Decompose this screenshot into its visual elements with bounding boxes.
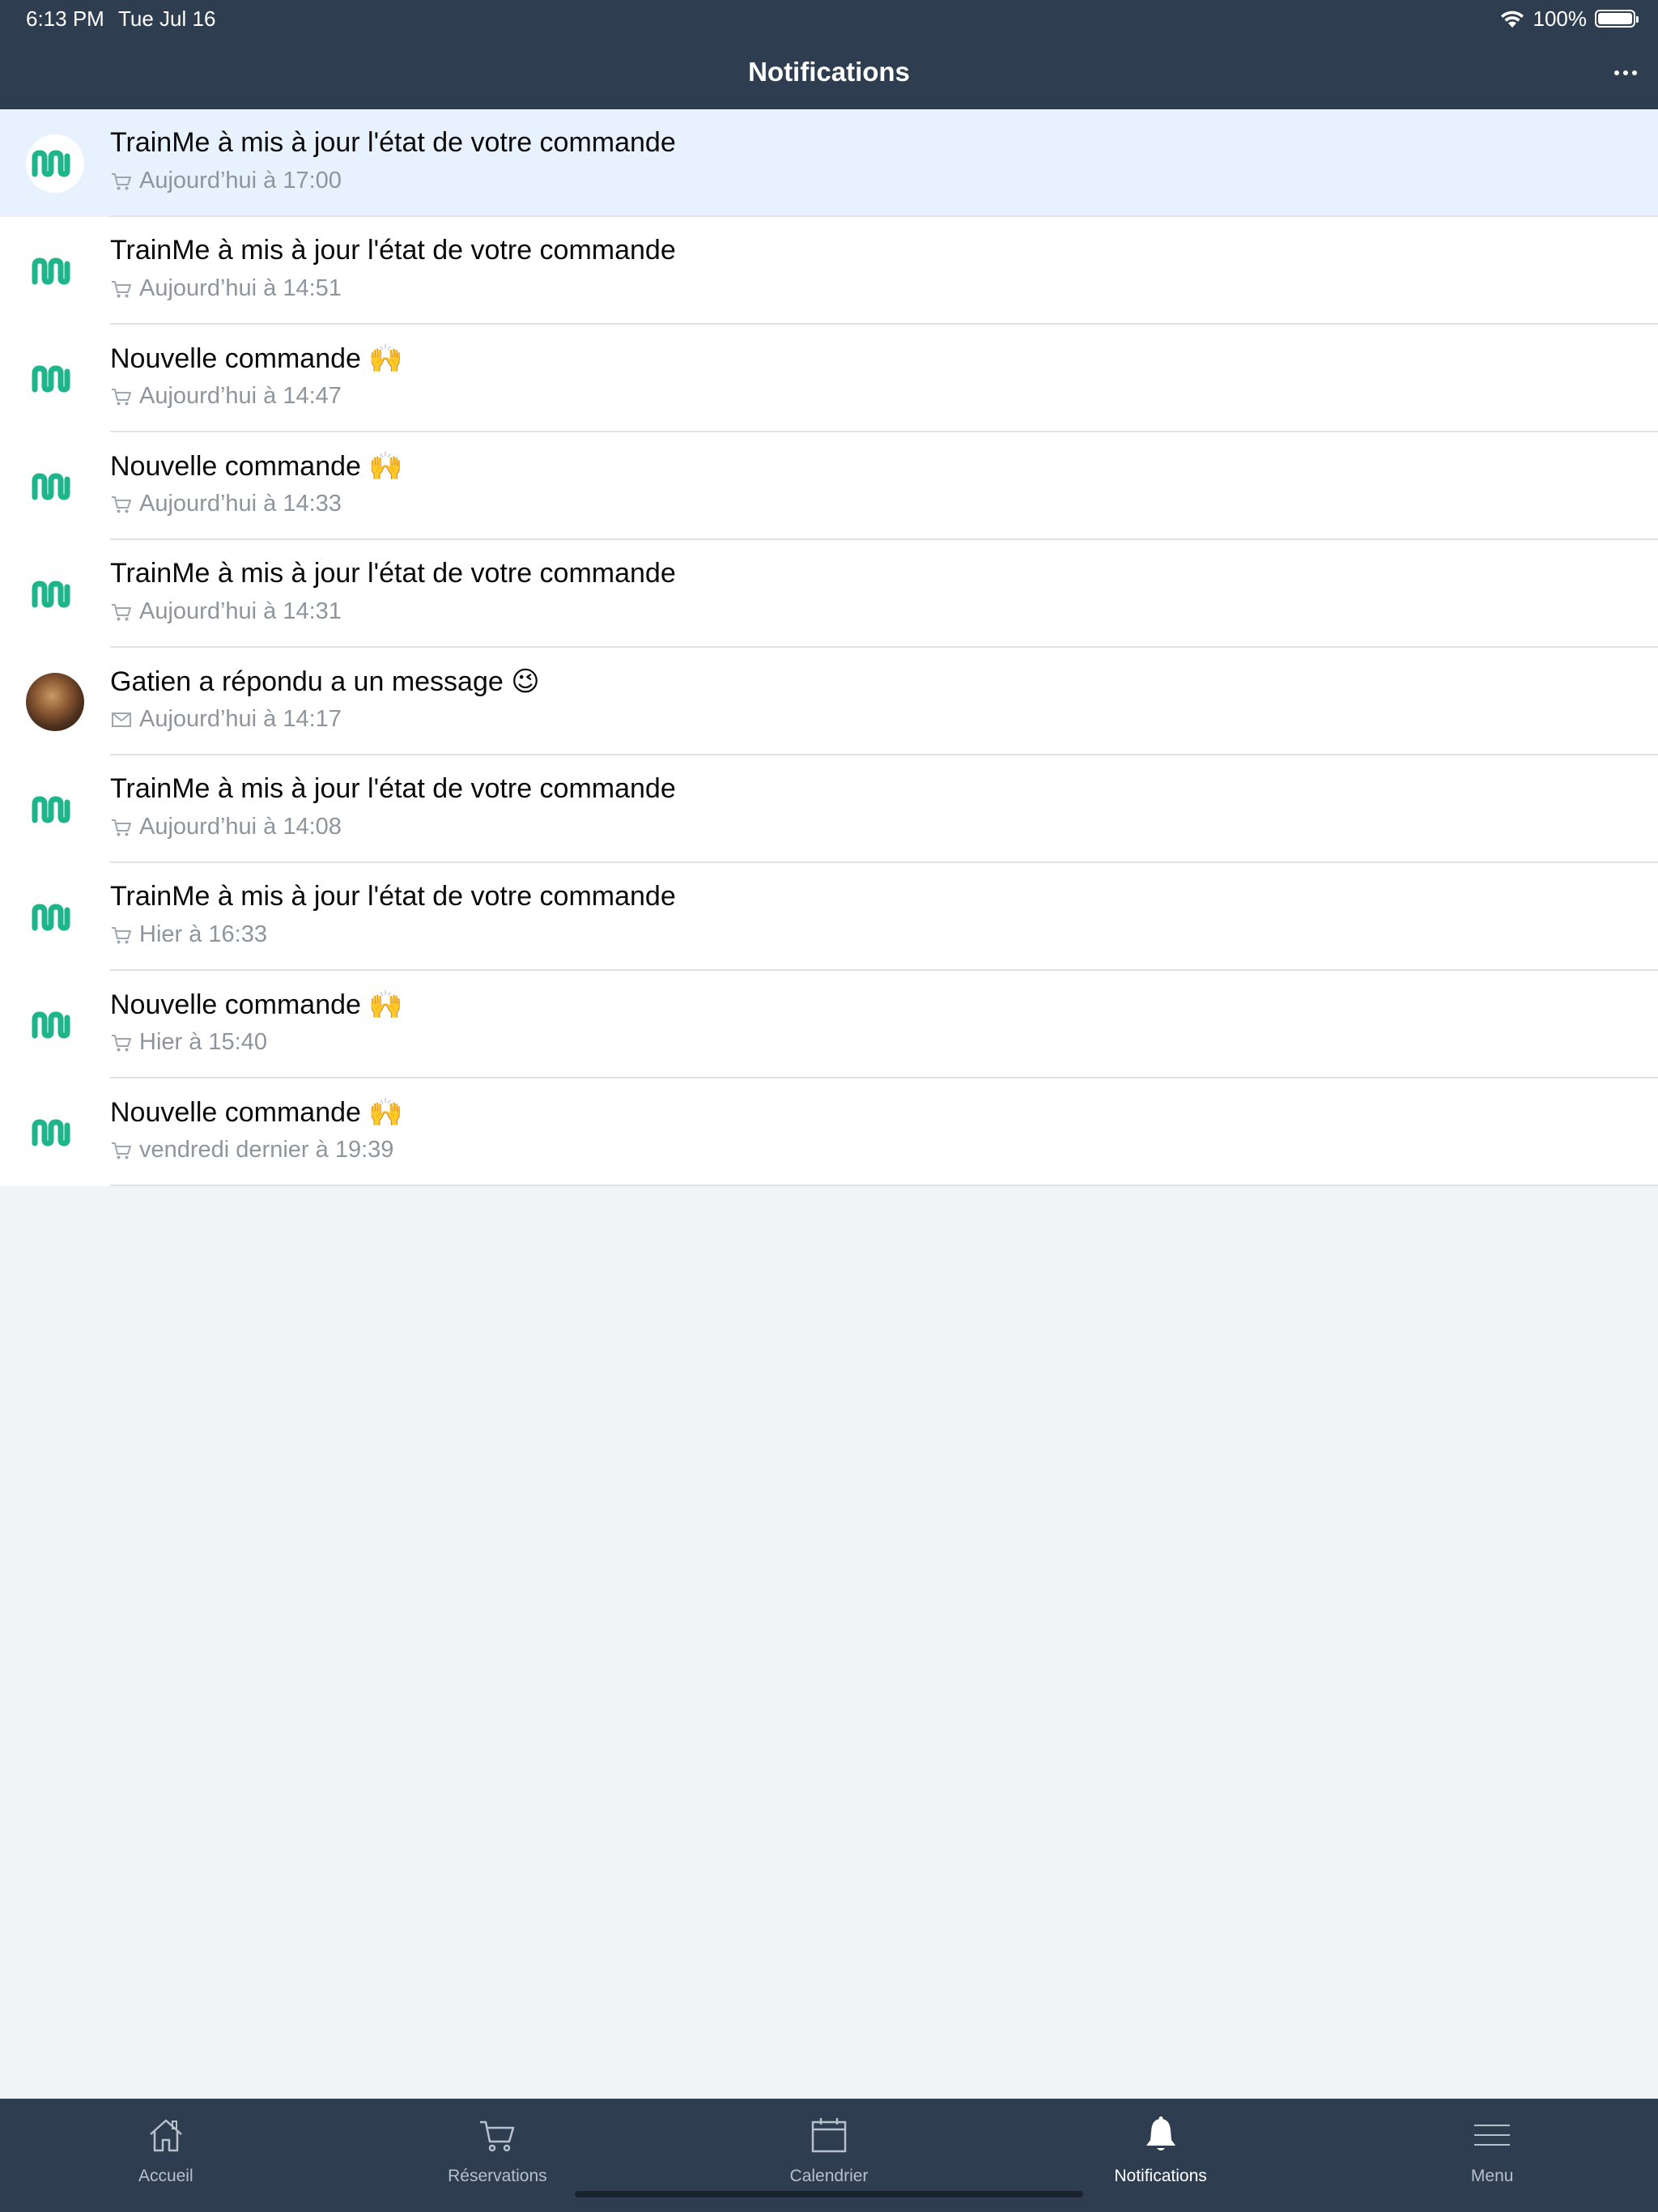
more-options-button[interactable] (1609, 62, 1642, 84)
tab-label: Réservations (448, 2167, 547, 2185)
tab-label: Calendrier (789, 2167, 869, 2185)
notification-meta: Aujourd’hui à 14:51 (110, 275, 342, 302)
battery-percentage: 100% (1533, 6, 1588, 31)
notification-time: Aujourd’hui à 14:31 (139, 598, 342, 624)
notification-title: Gatien a répondu a un message 😉 (110, 666, 540, 697)
user-avatar-photo (26, 673, 84, 731)
notification-item[interactable]: TrainMe à mis à jour l'état de votre com… (0, 109, 1658, 217)
notification-time: Aujourd’hui à 14:17 (139, 706, 342, 732)
trainme-logo-icon (26, 996, 84, 1054)
notification-meta: Hier à 16:33 (110, 921, 267, 948)
trainme-logo-icon (26, 457, 84, 516)
notification-time: Aujourd’hui à 14:47 (139, 383, 342, 409)
notification-meta: Aujourd’hui à 14:33 (110, 491, 342, 517)
cart-icon (112, 819, 131, 836)
cart-icon (480, 2121, 515, 2152)
trainme-logo-icon (26, 242, 84, 300)
notification-time: Aujourd’hui à 14:08 (139, 814, 342, 840)
notification-title: Nouvelle commande 🙌 (110, 451, 403, 482)
trainme-logo-icon (32, 365, 70, 393)
notification-meta: Aujourd’hui à 14:31 (110, 598, 342, 625)
trainme-logo-icon (32, 150, 70, 177)
navigation-header: 6:13 PM Tue Jul 16 100% Notifications (0, 0, 1658, 109)
cart-icon (112, 388, 131, 405)
notification-title: TrainMe à mis à jour l'état de votre com… (110, 127, 676, 158)
hamburger-icon (1474, 2125, 1511, 2146)
notification-time: vendredi dernier à 19:39 (139, 1137, 394, 1163)
notification-title: Nouvelle commande 🙌 (110, 343, 403, 374)
cart-icon (112, 496, 131, 513)
notification-time: Aujourd’hui à 17:00 (139, 168, 342, 194)
trainme-logo-icon (32, 581, 70, 608)
notification-time: Aujourd’hui à 14:51 (139, 275, 342, 301)
notification-item[interactable]: Nouvelle commande 🙌 Aujourd’hui à 14:33 (0, 432, 1658, 540)
trainme-logo-icon (26, 781, 84, 839)
tab-label: Notifications (1114, 2167, 1207, 2185)
notification-title: TrainMe à mis à jour l'état de votre com… (110, 773, 676, 804)
battery-icon (1595, 10, 1639, 28)
notification-time: Aujourd’hui à 14:33 (139, 491, 342, 517)
ellipsis-icon (1614, 70, 1619, 75)
notification-meta: Aujourd’hui à 14:08 (110, 814, 342, 840)
notification-list: TrainMe à mis à jour l'état de votre com… (0, 109, 1658, 1186)
notification-time: Hier à 16:33 (139, 921, 267, 947)
notification-meta: Aujourd’hui à 17:00 (110, 168, 342, 194)
status-indicators: 100% (1499, 6, 1639, 31)
tab-accueil[interactable]: Accueil (0, 2099, 332, 2212)
trainme-logo-icon (26, 1104, 84, 1162)
notification-meta: Aujourd’hui à 14:17 (110, 706, 342, 733)
wifi-icon (1500, 11, 1524, 28)
notification-meta: Hier à 15:40 (110, 1029, 267, 1056)
trainme-logo-icon (32, 473, 70, 500)
cart-icon (112, 280, 131, 297)
trainme-logo-icon (26, 350, 84, 408)
cart-icon (112, 603, 131, 620)
tab-menu[interactable]: Menu (1326, 2099, 1658, 2212)
notification-item[interactable]: TrainMe à mis à jour l'état de votre com… (0, 217, 1658, 325)
notification-item[interactable]: TrainMe à mis à jour l'état de votre com… (0, 540, 1658, 648)
cart-icon (112, 172, 131, 189)
trainme-logo-icon (32, 796, 70, 823)
notification-item[interactable]: TrainMe à mis à jour l'état de votre com… (0, 755, 1658, 863)
notification-meta: vendredi dernier à 19:39 (110, 1137, 393, 1163)
cart-icon (112, 1142, 131, 1159)
trainme-logo-icon (32, 904, 70, 931)
trainme-logo-icon (26, 888, 84, 946)
page-title: Notifications (748, 57, 910, 87)
notification-item[interactable]: Nouvelle commande 🙌 Hier à 15:40 (0, 971, 1658, 1078)
notification-item[interactable]: Gatien a répondu a un message 😉 Aujourd’… (0, 648, 1658, 755)
notification-item[interactable]: Nouvelle commande 🙌 vendredi dernier à 1… (0, 1078, 1658, 1186)
notification-title: TrainMe à mis à jour l'état de votre com… (110, 558, 676, 589)
trainme-logo-icon (32, 257, 70, 285)
notification-item[interactable]: Nouvelle commande 🙌 Aujourd’hui à 14:47 (0, 325, 1658, 432)
notification-time: Hier à 15:40 (139, 1029, 267, 1055)
status-time: 6:13 PM (26, 6, 104, 31)
home-indicator (575, 2191, 1083, 2197)
status-date: Tue Jul 16 (118, 6, 216, 31)
trainme-logo-icon (26, 565, 84, 623)
trainme-logo-icon (32, 1011, 70, 1039)
notification-title: TrainMe à mis à jour l'état de votre com… (110, 235, 676, 266)
tab-label: Accueil (138, 2167, 193, 2185)
notification-item[interactable]: TrainMe à mis à jour l'état de votre com… (0, 863, 1658, 971)
envelope-icon (112, 712, 131, 727)
notification-title: Nouvelle commande 🙌 (110, 1097, 403, 1128)
trainme-logo-icon (26, 134, 84, 193)
calendar-icon (811, 2118, 847, 2153)
cart-icon (112, 926, 131, 943)
notification-meta: Aujourd’hui à 14:47 (110, 383, 342, 410)
home-icon (149, 2119, 182, 2152)
tab-label: Menu (1470, 2167, 1514, 2185)
cart-icon (112, 1034, 131, 1051)
notification-title: TrainMe à mis à jour l'état de votre com… (110, 881, 676, 912)
trainme-logo-icon (32, 1119, 70, 1146)
notification-title: Nouvelle commande 🙌 (110, 989, 403, 1020)
bell-icon (1146, 2116, 1175, 2150)
